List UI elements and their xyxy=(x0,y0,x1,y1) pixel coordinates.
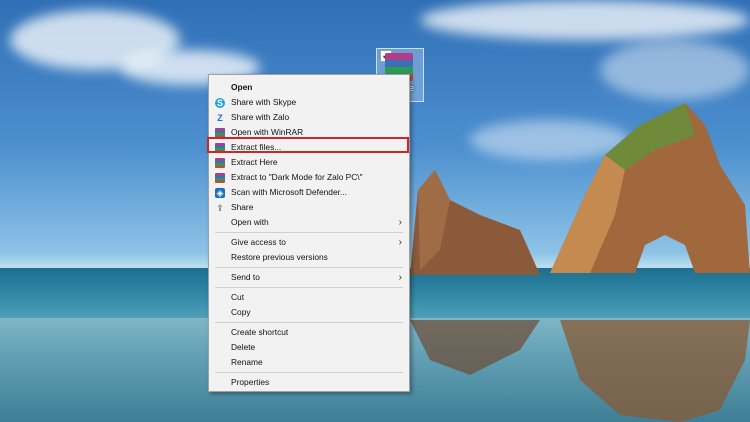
highlight-box xyxy=(207,137,409,153)
menu-item-label: Restore previous versions xyxy=(231,252,328,262)
menu-separator xyxy=(215,287,403,288)
menu-item-label: Send to xyxy=(231,272,260,282)
winrar-icon xyxy=(215,173,225,183)
menu-separator xyxy=(215,322,403,323)
menu-item-properties[interactable]: Properties xyxy=(209,375,409,390)
winrar-icon xyxy=(215,158,225,168)
menu-item-restore-previous-versions[interactable]: Restore previous versions xyxy=(209,250,409,265)
menu-item-label: Share with Zalo xyxy=(231,112,290,122)
menu-item-label: Open with xyxy=(231,217,269,227)
rock-reflection xyxy=(560,320,750,422)
menu-item-cut[interactable]: Cut xyxy=(209,290,409,305)
rock-arch xyxy=(550,103,750,273)
menu-item-label: Extract Here xyxy=(231,157,278,167)
menu-item-label: Create shortcut xyxy=(231,327,289,337)
cloud xyxy=(420,0,750,40)
zalo-icon: Z xyxy=(217,113,223,123)
menu-item-extract-to-folder[interactable]: Extract to "Dark Mode for Zalo PC\" xyxy=(209,170,409,185)
menu-item-give-access-to[interactable]: Give access to › xyxy=(209,235,409,250)
skype-icon: S xyxy=(215,98,225,108)
menu-item-label: Copy xyxy=(231,307,251,317)
menu-item-label: Rename xyxy=(231,357,263,367)
menu-item-extract-here[interactable]: Extract Here xyxy=(209,155,409,170)
menu-item-open[interactable]: Open xyxy=(209,80,409,95)
menu-item-send-to[interactable]: Send to › xyxy=(209,270,409,285)
menu-separator xyxy=(215,267,403,268)
menu-item-copy[interactable]: Copy xyxy=(209,305,409,320)
menu-item-open-with[interactable]: Open with › xyxy=(209,215,409,230)
menu-item-label: Properties xyxy=(231,377,270,387)
chevron-right-icon: › xyxy=(398,237,402,248)
menu-item-scan-with-defender[interactable]: ◈ Scan with Microsoft Defender... xyxy=(209,185,409,200)
menu-item-share-with-zalo[interactable]: Z Share with Zalo xyxy=(209,110,409,125)
menu-item-label: Open xyxy=(231,82,253,92)
menu-item-share-with-skype[interactable]: S Share with Skype xyxy=(209,95,409,110)
cloud xyxy=(600,40,750,100)
menu-item-label: Cut xyxy=(231,292,245,302)
menu-item-label: Share with Skype xyxy=(231,97,297,107)
context-menu: Open S Share with Skype Z Share with Zal… xyxy=(208,74,410,392)
menu-item-label: Scan with Microsoft Defender... xyxy=(231,187,347,197)
chevron-right-icon: › xyxy=(398,272,402,283)
menu-item-share[interactable]: ⇪ Share xyxy=(209,200,409,215)
menu-item-create-shortcut[interactable]: Create shortcut xyxy=(209,325,409,340)
menu-item-delete[interactable]: Delete xyxy=(209,340,409,355)
menu-separator xyxy=(215,372,403,373)
menu-item-label: Give access to xyxy=(231,237,286,247)
rock-small-reflection xyxy=(410,320,540,375)
menu-item-label: Share xyxy=(231,202,254,212)
menu-separator xyxy=(215,232,403,233)
menu-item-label: Extract to "Dark Mode for Zalo PC\" xyxy=(231,172,363,182)
defender-shield-icon: ◈ xyxy=(215,188,225,198)
menu-item-rename[interactable]: Rename xyxy=(209,355,409,370)
rock-small xyxy=(410,170,540,275)
share-icon: ⇪ xyxy=(216,203,224,213)
chevron-right-icon: › xyxy=(398,217,402,228)
menu-item-label: Delete xyxy=(231,342,256,352)
